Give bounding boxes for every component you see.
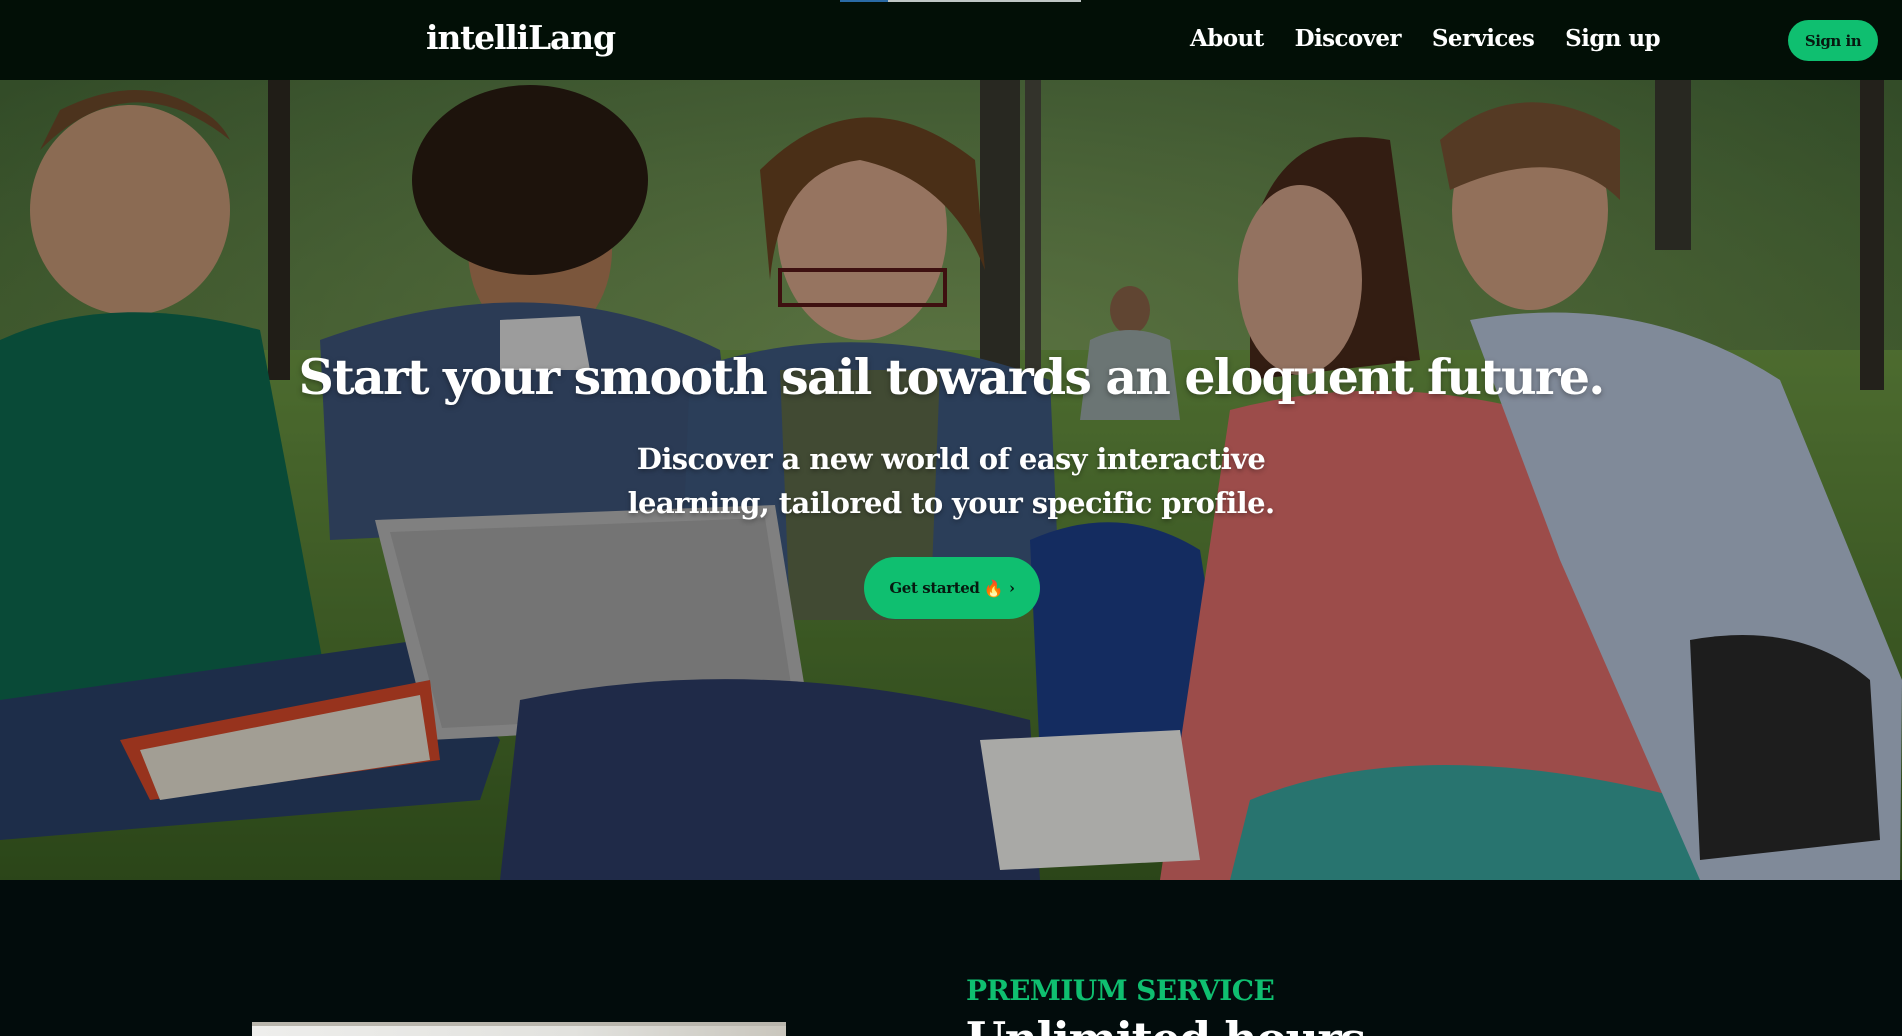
hero-subtitle: Discover a new world of easy interactive… (0, 437, 1902, 525)
get-started-button[interactable]: Get started 🔥 › (864, 557, 1040, 619)
nav-top-accent-lead (840, 0, 888, 2)
premium-service-image (252, 1022, 786, 1036)
hero-title: Start your smooth sail towards an eloque… (298, 348, 1606, 406)
nav-link-discover[interactable]: Discover (1295, 25, 1402, 52)
chevron-right-icon: › (1008, 579, 1015, 597)
get-started-label: Get started (889, 579, 980, 597)
premium-service-section: PREMIUM SERVICE Unlimited hours (0, 880, 1902, 1036)
hero-section: Start your smooth sail towards an eloque… (0, 80, 1902, 880)
fire-icon: 🔥 (983, 578, 1003, 598)
nav-link-about[interactable]: About (1190, 25, 1264, 52)
main-nav: About Discover Services Sign up (1190, 25, 1661, 52)
premium-service-heading: Unlimited hours (966, 1012, 1366, 1036)
hero-subtitle-line-2: learning, tailored to your specific prof… (627, 486, 1275, 520)
nav-link-signup[interactable]: Sign up (1565, 25, 1660, 52)
brand-logo[interactable]: intelliLang (426, 18, 616, 57)
nav-link-services[interactable]: Services (1432, 25, 1535, 52)
signin-button[interactable]: Sign in (1788, 20, 1878, 61)
hero-subtitle-line-1: Discover a new world of easy interactive (636, 442, 1266, 476)
top-navbar: intelliLang About Discover Services Sign… (0, 0, 1902, 80)
premium-service-eyebrow: PREMIUM SERVICE (966, 974, 1275, 1007)
